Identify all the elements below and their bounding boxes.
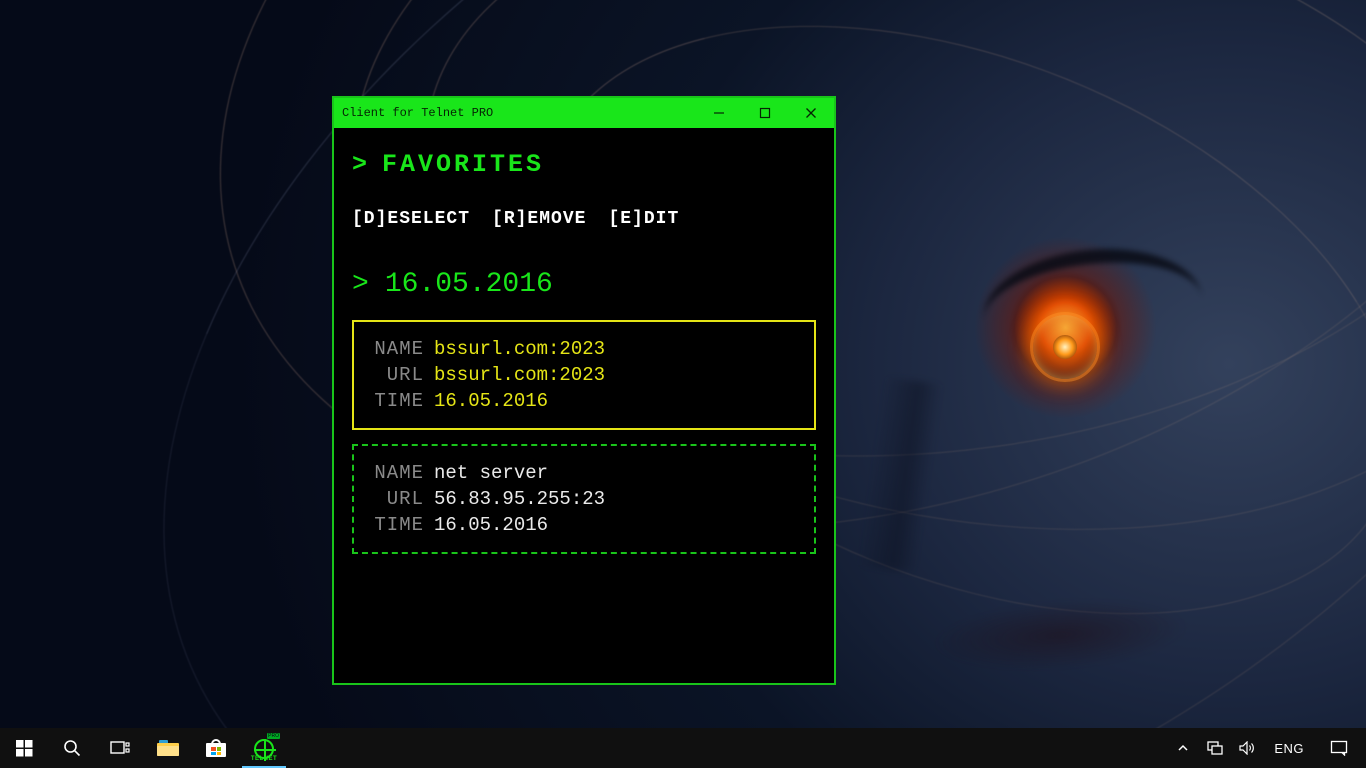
search-button[interactable] <box>48 728 96 768</box>
remove-action[interactable]: [R]EMOVE <box>492 209 586 229</box>
store-icon <box>206 739 226 757</box>
label-url: URL <box>368 364 424 386</box>
file-explorer-button[interactable] <box>144 728 192 768</box>
speaker-icon <box>1239 741 1255 755</box>
edit-action[interactable]: [E]DIT <box>608 209 679 229</box>
actions-row: [D]ESELECT [R]EMOVE [E]DIT <box>352 209 816 229</box>
deselect-action[interactable]: [D]ESELECT <box>352 209 470 229</box>
page-title: FAVORITES <box>382 150 544 179</box>
file-explorer-icon <box>157 740 179 756</box>
taskbar-left: PRO TELNET <box>0 728 288 768</box>
tray-overflow-button[interactable] <box>1174 728 1192 768</box>
store-button[interactable] <box>192 728 240 768</box>
header-prompt: > <box>352 150 368 179</box>
card-row-url: URL 56.83.95.255:23 <box>368 488 800 510</box>
close-icon <box>805 107 817 119</box>
window-title: Client for Telnet PRO <box>342 106 493 120</box>
value-url: 56.83.95.255:23 <box>434 488 605 510</box>
chevron-up-icon <box>1177 742 1189 754</box>
label-time: TIME <box>368 390 424 412</box>
face-eye-core <box>1053 335 1077 359</box>
taskbar-right: ENG <box>1168 728 1366 768</box>
task-view-button[interactable] <box>96 728 144 768</box>
volume-button[interactable] <box>1238 728 1256 768</box>
card-row-time: TIME 16.05.2016 <box>368 514 800 536</box>
date-prompt: > <box>352 269 369 300</box>
group-date-line: > 16.05.2016 <box>352 269 816 300</box>
value-time: 16.05.2016 <box>434 514 548 536</box>
value-time: 16.05.2016 <box>434 390 548 412</box>
label-name: NAME <box>368 338 424 360</box>
value-url: bssurl.com:2023 <box>434 364 605 386</box>
language-indicator[interactable]: ENG <box>1270 741 1308 756</box>
minimize-button[interactable] <box>696 98 742 128</box>
telnet-app-taskbar-button[interactable]: PRO TELNET <box>240 728 288 768</box>
start-button[interactable] <box>0 728 48 768</box>
action-center-button[interactable] <box>1322 728 1356 768</box>
close-button[interactable] <box>788 98 834 128</box>
label-name: NAME <box>368 462 424 484</box>
titlebar[interactable]: Client for Telnet PRO <box>334 98 834 128</box>
maximize-button[interactable] <box>742 98 788 128</box>
group-date: 16.05.2016 <box>385 269 553 300</box>
search-icon <box>63 739 81 757</box>
network-button[interactable] <box>1206 728 1224 768</box>
favorite-card[interactable]: NAME net server URL 56.83.95.255:23 TIME… <box>352 444 816 554</box>
task-view-icon <box>110 740 130 756</box>
windows-logo-icon <box>16 740 33 757</box>
app-body: > FAVORITES [D]ESELECT [R]EMOVE [E]DIT >… <box>334 128 834 683</box>
telnet-app-icon: PRO TELNET <box>250 735 278 761</box>
label-url: URL <box>368 488 424 510</box>
network-icon <box>1207 741 1223 755</box>
label-time: TIME <box>368 514 424 536</box>
header-line: > FAVORITES <box>352 150 816 179</box>
card-row-time: TIME 16.05.2016 <box>368 390 800 412</box>
minimize-icon <box>713 107 725 119</box>
value-name: net server <box>434 462 548 484</box>
favorite-card-selected[interactable]: NAME bssurl.com:2023 URL bssurl.com:2023… <box>352 320 816 430</box>
taskbar-spacer <box>288 728 1168 768</box>
taskbar: PRO TELNET ENG <box>0 728 1366 768</box>
action-center-icon <box>1330 740 1348 756</box>
card-row-name: NAME bssurl.com:2023 <box>368 338 800 360</box>
value-name: bssurl.com:2023 <box>434 338 605 360</box>
card-row-url: URL bssurl.com:2023 <box>368 364 800 386</box>
card-row-name: NAME net server <box>368 462 800 484</box>
maximize-icon <box>759 107 771 119</box>
telnet-app-window: Client for Telnet PRO > FAVORITES [D]ESE… <box>332 96 836 685</box>
